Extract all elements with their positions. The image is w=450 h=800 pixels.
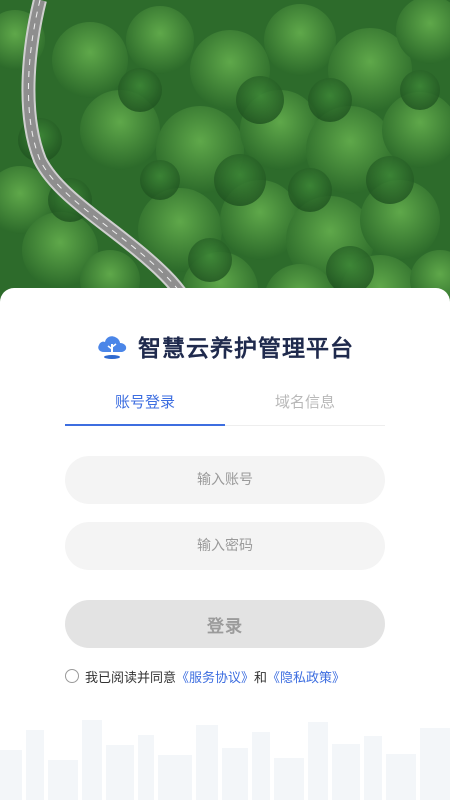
hero-forest-image bbox=[0, 0, 450, 320]
agreement-prefix: 我已阅读并同意 bbox=[85, 670, 177, 686]
app-title: 智慧云养护管理平台 bbox=[138, 336, 354, 362]
cloud-tree-icon bbox=[96, 332, 128, 360]
tab-domain-info[interactable]: 域名信息 bbox=[225, 380, 385, 425]
login-button[interactable]: 登录 bbox=[65, 600, 385, 648]
privacy-policy-link[interactable]: 《隐私政策》 bbox=[267, 667, 345, 686]
tab-account-login[interactable]: 账号登录 bbox=[65, 380, 225, 426]
account-input[interactable] bbox=[65, 456, 385, 504]
login-tabs: 账号登录 域名信息 bbox=[65, 380, 385, 426]
service-agreement-link[interactable]: 《服务协议》 bbox=[176, 667, 254, 686]
agreement-row: 我已阅读并同意 《服务协议》 和 《隐私政策》 bbox=[65, 666, 345, 686]
brand-header: 智慧云养护管理平台 bbox=[0, 328, 450, 364]
city-skyline-decoration bbox=[0, 710, 450, 800]
agreement-conjunction: 和 bbox=[254, 670, 268, 686]
agreement-checkbox[interactable] bbox=[65, 669, 79, 683]
login-card: 智慧云养护管理平台 账号登录 域名信息 登录 我已阅读并同意 《服务协议》 和 … bbox=[0, 288, 450, 800]
password-input[interactable] bbox=[65, 522, 385, 570]
